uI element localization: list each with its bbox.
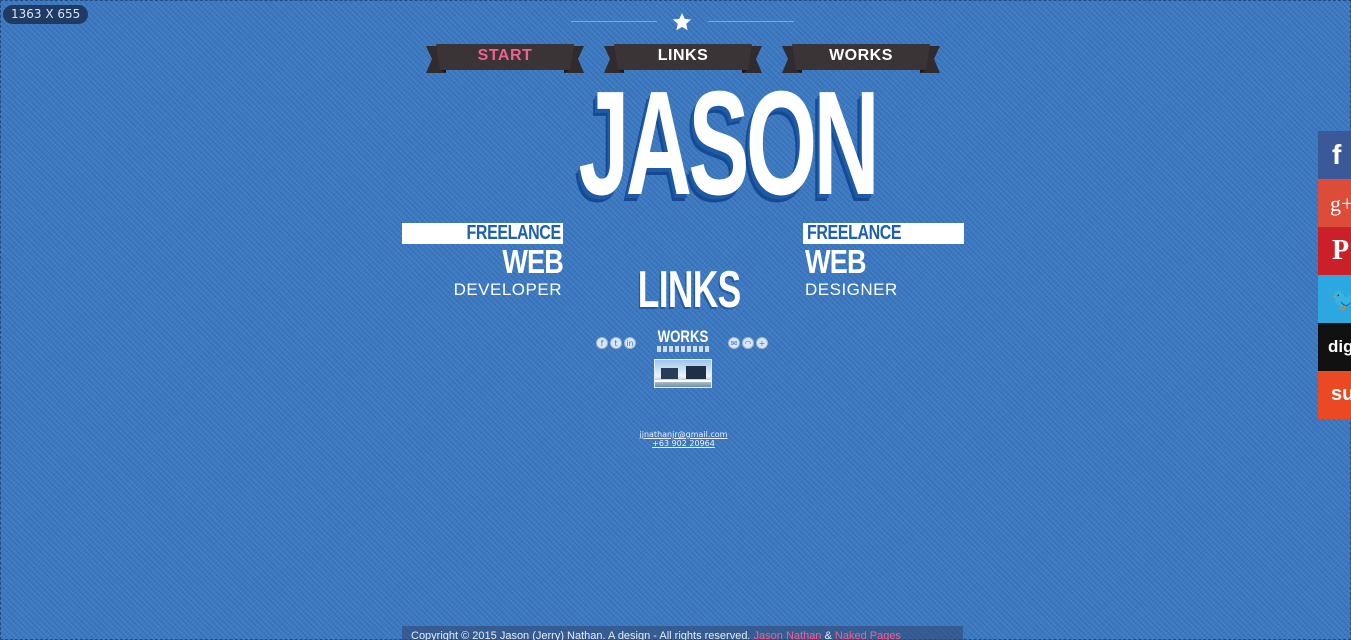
twitter-icon: 🐦: [1331, 288, 1351, 313]
nav-start-label: START: [477, 47, 533, 64]
google-plus-icon: g+: [1330, 191, 1351, 216]
links-section-title: LINKS: [637, 261, 741, 319]
share-icon[interactable]: +: [756, 337, 768, 349]
thumb-monitor: [686, 366, 706, 379]
left-tag-developer: DEVELOPER: [453, 280, 562, 299]
stumbleupon-icon: su: [1331, 383, 1351, 405]
hero-name: JASON: [578, 61, 879, 226]
right-tag-freelance: FREELANCE: [807, 222, 902, 244]
share-twitter-button[interactable]: 🐦: [1318, 275, 1351, 323]
facebook-icon: f: [1332, 139, 1342, 170]
thumb-desk: [655, 380, 711, 382]
share-digg-button[interactable]: digg: [1318, 323, 1351, 371]
right-tag-designer: DESIGNER: [805, 280, 898, 299]
footer-link-naked-pages[interactable]: Naked Pages: [835, 630, 901, 640]
contact-email-link[interactable]: jjnathanjr@gmail.com: [600, 430, 767, 439]
nav-start-button[interactable]: START: [426, 44, 584, 74]
footer-link-jason[interactable]: Jason Nathan: [754, 630, 822, 640]
right-tag-web: WEB: [805, 243, 866, 280]
work-thumbnail[interactable]: [654, 359, 712, 388]
rss-icon[interactable]: ◠: [742, 337, 754, 349]
top-divider-left: [571, 21, 657, 22]
pinterest-icon: P: [1332, 235, 1350, 266]
contact-phone-link[interactable]: +63 902 20964: [600, 439, 767, 448]
works-section-title: WORKS: [657, 327, 709, 346]
share-stumbleupon-button[interactable]: su: [1318, 371, 1351, 419]
digg-icon: digg: [1328, 337, 1351, 356]
share-facebook-button[interactable]: f: [1318, 131, 1351, 179]
footer-bar: Copyright © 2015 Jason (Jerry) Nathan. A…: [402, 626, 963, 640]
twitter-icon[interactable]: t: [610, 337, 622, 349]
star-icon: [672, 12, 692, 31]
email-icon[interactable]: ✉: [728, 337, 740, 349]
linkedin-icon[interactable]: in: [624, 337, 636, 349]
works-subtitle-decoration: [657, 346, 709, 352]
thumb-monitor: [661, 368, 678, 379]
share-pinterest-button[interactable]: P: [1318, 227, 1351, 275]
left-tag-bar: FREELANCE: [402, 222, 563, 244]
right-tag-bar: FREELANCE: [803, 222, 964, 244]
facebook-icon[interactable]: f: [596, 337, 608, 349]
footer-separator: &: [821, 630, 835, 640]
dimension-badge: 1363 X 655: [3, 5, 89, 24]
top-divider-right: [708, 21, 794, 22]
footer-copyright: Copyright © 2015 Jason (Jerry) Nathan. A…: [411, 630, 754, 640]
left-tag-freelance: FREELANCE: [466, 222, 562, 244]
share-google-plus-button[interactable]: g+: [1318, 179, 1351, 227]
left-tag-web: WEB: [502, 243, 563, 280]
